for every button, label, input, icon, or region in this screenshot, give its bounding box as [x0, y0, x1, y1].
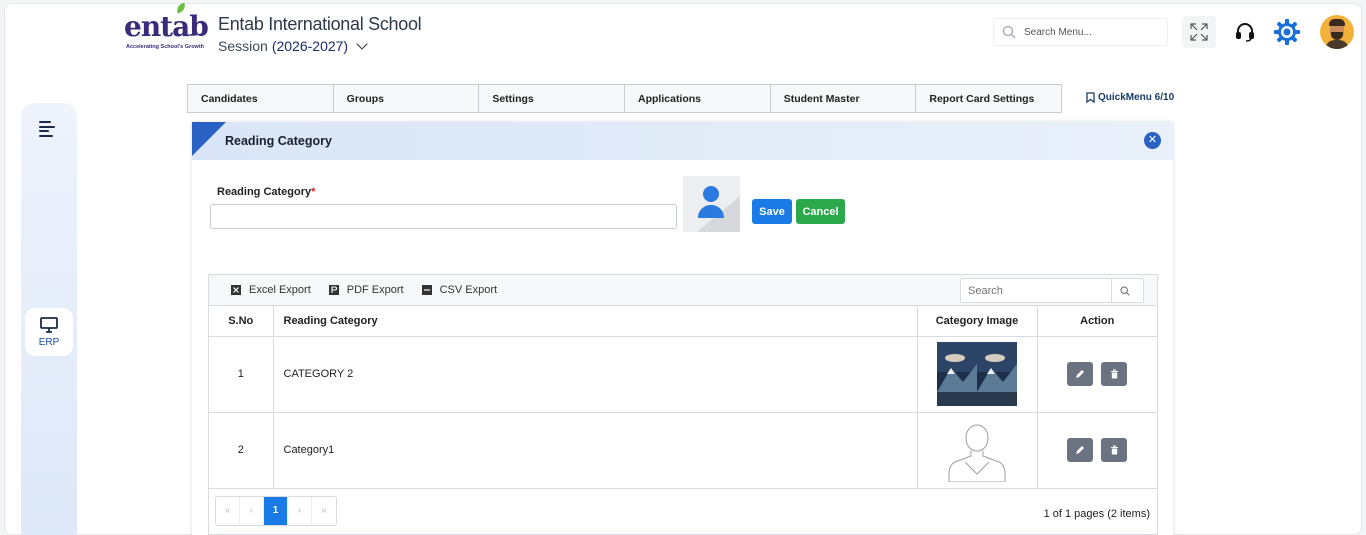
reading-category-input[interactable] — [210, 204, 677, 229]
sidebar-item-erp[interactable]: ERP — [25, 308, 73, 356]
tab-student-master[interactable]: Student Master — [771, 85, 917, 112]
cell-category: CATEGORY 2 — [273, 336, 918, 413]
monitor-icon — [40, 317, 58, 333]
cell-category: Category1 — [273, 412, 918, 489]
pager-first-button[interactable]: « — [216, 496, 240, 525]
pager-info: 1 of 1 pages (2 items) — [1043, 507, 1150, 520]
pager-next-button[interactable]: › — [288, 496, 312, 525]
quickmenu-link[interactable]: QuickMenu 6/10 — [1086, 92, 1174, 103]
menu-search-box[interactable] — [993, 18, 1168, 46]
trash-icon — [1110, 445, 1118, 455]
tab-candidates[interactable]: Candidates — [188, 85, 334, 112]
logo-tagline: Accelerating School's Growth — [126, 44, 205, 50]
tab-groups[interactable]: Groups — [334, 85, 480, 112]
table-row: 2 Category1 — [209, 412, 1157, 489]
table-header-row: S.No Reading Category Category Image Act… — [209, 306, 1157, 337]
pager-last-button[interactable]: » — [312, 497, 336, 525]
category-table: S.No Reading Category Category Image Act… — [209, 306, 1157, 489]
school-name: Entab International School — [218, 14, 422, 34]
table-row: 1 CATEGORY 2 — [209, 336, 1157, 413]
module-tabs: Candidates Groups Settings Applications … — [187, 84, 1062, 113]
save-button[interactable]: Save — [752, 199, 792, 224]
excel-export-button[interactable]: Excel Export — [231, 284, 311, 296]
cell-sno: 1 — [209, 336, 274, 413]
pager-page-1[interactable]: 1 — [264, 496, 288, 525]
session-year: (2026-2027) — [271, 38, 349, 54]
support-button[interactable] — [1228, 16, 1262, 48]
quickmenu-label: QuickMenu 6/10 — [1098, 92, 1175, 103]
pager-buttons: « ‹ 1 › » — [215, 495, 337, 526]
close-icon: ✕ — [1147, 134, 1158, 146]
chevron-down-icon — [356, 38, 368, 50]
panel-title: Reading Category — [225, 134, 332, 148]
excel-icon — [231, 285, 241, 295]
pager-prev-button[interactable]: ‹ — [240, 496, 264, 525]
delete-button[interactable] — [1101, 362, 1128, 386]
tab-applications[interactable]: Applications — [625, 85, 771, 112]
pencil-icon — [1076, 446, 1085, 454]
menu-toggle-icon[interactable] — [39, 121, 55, 137]
tab-report-card-settings[interactable]: Report Card Settings — [916, 85, 1061, 112]
csv-icon — [421, 285, 432, 295]
search-icon — [1119, 285, 1130, 296]
headset-icon — [1236, 23, 1254, 42]
panel-header: Reading Category ✕ — [192, 122, 1173, 160]
category-grid: Excel Export PDF Export CSV Export S.No — [208, 274, 1158, 535]
fullscreen-icon — [1190, 23, 1208, 41]
cell-sno: 2 — [209, 412, 274, 489]
person-outline-image — [948, 424, 1006, 482]
reading-category-panel: Reading Category ✕ Reading Category* Sav… — [192, 122, 1173, 535]
gear-icon — [1274, 19, 1300, 45]
cell-action — [1037, 412, 1157, 489]
grid-search-box[interactable] — [960, 278, 1144, 303]
sidebar: ERP — [21, 103, 77, 535]
required-mark: * — [311, 186, 316, 198]
cancel-button[interactable]: Cancel — [796, 199, 845, 224]
cell-action — [1037, 336, 1157, 413]
edit-button[interactable] — [1067, 362, 1094, 386]
bookmark-icon — [1086, 92, 1095, 103]
mountain-image — [937, 342, 1017, 406]
logo-wordmark: entab — [124, 10, 209, 43]
close-panel-button[interactable]: ✕ — [1144, 132, 1161, 149]
fullscreen-button[interactable] — [1182, 16, 1216, 48]
menu-search-input[interactable] — [1024, 26, 1164, 38]
grid-toolbar: Excel Export PDF Export CSV Export — [209, 275, 1157, 306]
pdf-icon — [328, 285, 339, 295]
col-sno[interactable]: S.No — [209, 306, 274, 337]
cell-image — [917, 412, 1038, 489]
image-upload[interactable] — [683, 176, 740, 232]
session-label: Session — [218, 38, 268, 54]
panel-corner-decor — [192, 122, 226, 156]
trash-icon — [1110, 369, 1118, 379]
person-placeholder-icon — [697, 186, 740, 232]
col-reading-category[interactable]: Reading Category — [273, 306, 918, 337]
session-selector[interactable]: Session (2026-2027) — [218, 38, 368, 54]
edit-button[interactable] — [1067, 438, 1094, 462]
pencil-icon — [1076, 370, 1085, 378]
delete-button[interactable] — [1101, 438, 1128, 462]
reading-category-label: Reading Category* — [217, 186, 316, 198]
user-avatar[interactable] — [1320, 15, 1354, 49]
col-action: Action — [1037, 306, 1157, 337]
tab-settings[interactable]: Settings — [479, 85, 626, 112]
pdf-export-button[interactable]: PDF Export — [328, 284, 404, 296]
search-icon — [1002, 25, 1016, 39]
col-category-image[interactable]: Category Image — [917, 306, 1038, 337]
grid-search-input[interactable] — [961, 284, 1111, 297]
cell-image — [917, 336, 1038, 413]
sidebar-item-label: ERP — [38, 337, 60, 348]
settings-button[interactable] — [1270, 16, 1304, 48]
grid-pager: « ‹ 1 › » 1 of 1 pages (2 items) — [209, 489, 1157, 535]
grid-search-button[interactable] — [1111, 279, 1137, 302]
csv-export-button[interactable]: CSV Export — [421, 284, 497, 296]
